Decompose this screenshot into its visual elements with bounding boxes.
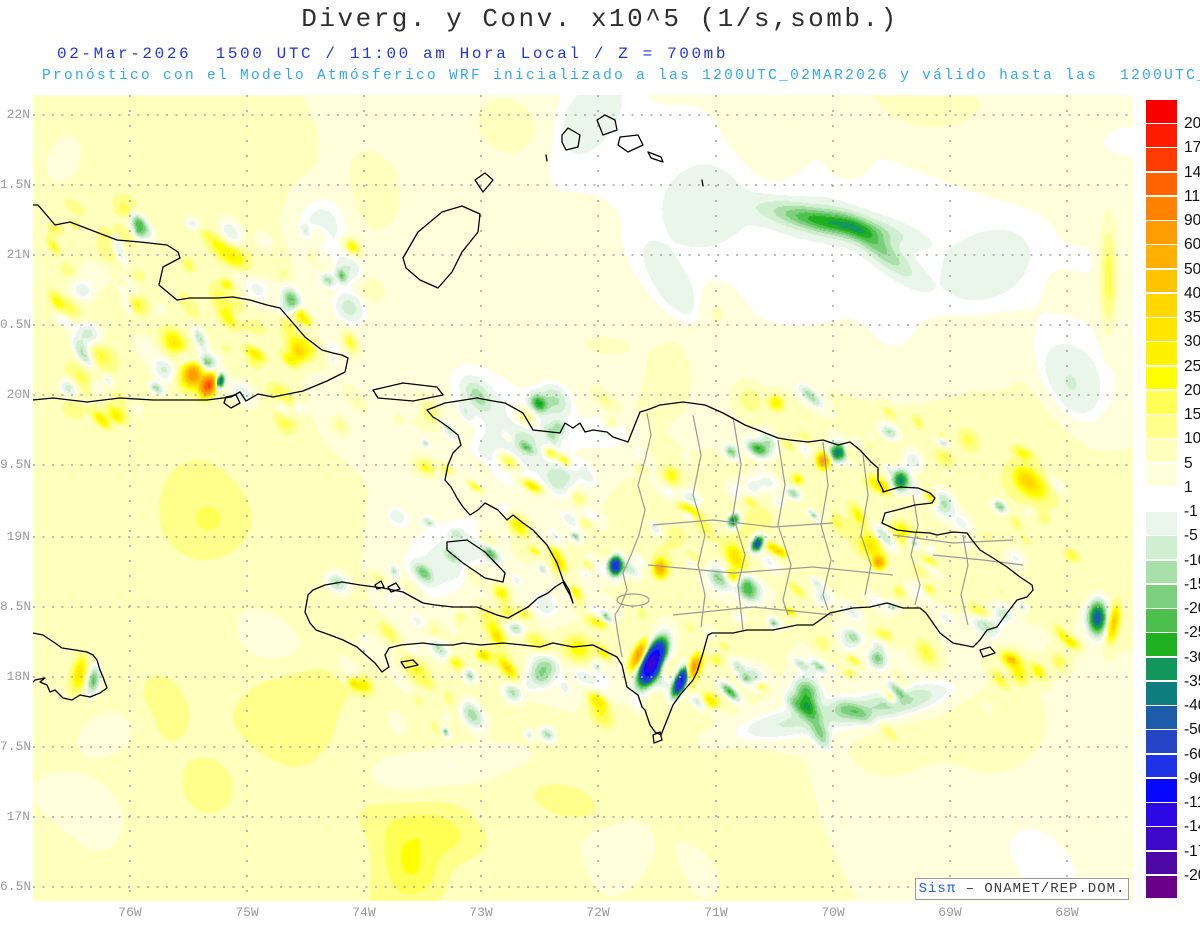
colorbar-segment bbox=[1146, 269, 1177, 293]
colorbar-label: -15 bbox=[1184, 575, 1200, 593]
colorbar-segment bbox=[1146, 463, 1177, 487]
colorbar-segment bbox=[1146, 730, 1177, 754]
colorbar-segment bbox=[1146, 778, 1177, 802]
colorbar-label: -25 bbox=[1184, 624, 1200, 642]
colorbar-label: 10 bbox=[1184, 430, 1200, 448]
colorbar-segment bbox=[1146, 318, 1177, 341]
colorbar-label: 170 bbox=[1184, 139, 1200, 157]
colorbar-label: 50 bbox=[1184, 260, 1200, 278]
colorbar-label: -140 bbox=[1184, 818, 1200, 836]
gridlines bbox=[33, 95, 1133, 901]
colorbar-segment bbox=[1146, 584, 1177, 608]
lon-tick-label: 68W bbox=[1055, 905, 1079, 920]
colorbar-label: -50 bbox=[1184, 721, 1200, 739]
lon-tick-label: 76W bbox=[118, 905, 142, 920]
colorbar-segment bbox=[1146, 681, 1177, 705]
colorbar-segment bbox=[1146, 172, 1177, 196]
lon-tick-label: 75W bbox=[235, 905, 259, 920]
lat-tick-label: 18N bbox=[6, 669, 30, 684]
lon-tick-label: 69W bbox=[938, 905, 962, 920]
colorbar-segment bbox=[1146, 633, 1177, 657]
colorbar-label: 1 bbox=[1184, 478, 1193, 496]
colorbar-label: 110 bbox=[1184, 187, 1200, 205]
colorbar-label: -10 bbox=[1184, 551, 1200, 569]
colorbar-label: 140 bbox=[1184, 163, 1200, 181]
map-overlay bbox=[33, 95, 1133, 901]
colorbar-label: -60 bbox=[1184, 745, 1200, 763]
map-plot-area bbox=[33, 95, 1133, 901]
colorbar-segment bbox=[1146, 196, 1177, 220]
lat-tick-label: 19N bbox=[6, 529, 30, 544]
colorbar-segment bbox=[1146, 221, 1177, 244]
colorbar-segment bbox=[1146, 439, 1177, 463]
colorbar-segment bbox=[1146, 124, 1177, 147]
colorbar-segment bbox=[1146, 875, 1177, 899]
lat-tick-label: 9.5N bbox=[0, 457, 32, 472]
colorbar-segment bbox=[1146, 487, 1177, 511]
colorbar-segment bbox=[1146, 827, 1177, 850]
colorbar-label: 200 bbox=[1184, 115, 1200, 133]
colorbar-label: -35 bbox=[1184, 672, 1200, 690]
colorbar-segment bbox=[1146, 293, 1177, 317]
colorbar-label: 40 bbox=[1184, 284, 1200, 302]
colorbar-segment bbox=[1146, 560, 1177, 584]
lat-tick-label: 7.5N bbox=[0, 739, 32, 754]
lon-tick-label: 73W bbox=[469, 905, 493, 920]
colorbar-segment bbox=[1146, 536, 1177, 560]
colorbar-label: -30 bbox=[1184, 648, 1200, 666]
colorbar-label: -110 bbox=[1184, 794, 1200, 812]
colorbar-label: -40 bbox=[1184, 697, 1200, 715]
colorbar-segment bbox=[1146, 754, 1177, 778]
colorbar-segment bbox=[1146, 512, 1177, 535]
colorbar-segment bbox=[1146, 148, 1177, 172]
colorbar-label: 90 bbox=[1184, 212, 1200, 230]
colorbar-segment bbox=[1146, 100, 1177, 123]
colorbar-label: -1 bbox=[1184, 503, 1198, 521]
colorbar-label: -200 bbox=[1184, 866, 1200, 884]
colorbar-segment bbox=[1146, 657, 1177, 681]
lat-tick-label: 22N bbox=[6, 107, 30, 122]
lon-tick-label: 72W bbox=[586, 905, 610, 920]
lat-tick-label: 8.5N bbox=[0, 599, 32, 614]
colorbar-label: 20 bbox=[1184, 381, 1200, 399]
colorbar-label: -90 bbox=[1184, 769, 1200, 787]
colorbar-label: 5 bbox=[1184, 454, 1193, 472]
colorbar-segment bbox=[1146, 803, 1177, 826]
colorbar-label: 15 bbox=[1184, 406, 1200, 424]
colorbar-label: 25 bbox=[1184, 357, 1200, 375]
lon-tick-label: 71W bbox=[704, 905, 728, 920]
lon-tick-label: 74W bbox=[352, 905, 376, 920]
subtitle-model-info: Pronóstico con el Modelo Atmósferico WRF… bbox=[42, 68, 1200, 84]
colorbar-label: 60 bbox=[1184, 236, 1200, 254]
lat-tick-label: 6.5N bbox=[0, 879, 32, 894]
colorbar-segment bbox=[1146, 851, 1177, 875]
lat-tick-label: 0.5N bbox=[0, 317, 32, 332]
colorbar-label: -170 bbox=[1184, 842, 1200, 860]
colorbar-segment bbox=[1146, 706, 1177, 729]
colorbar-legend: 200 170 140 110 90 60 50 40 35 30 25 20 15 10 5 1 -1 -5 -1… bbox=[1146, 100, 1200, 900]
lat-tick-label: 17N bbox=[6, 809, 30, 824]
sispi-logo: Sisπ bbox=[918, 881, 957, 897]
page-title: Diverg. y Conv. x10^5 (1/s,somb.) bbox=[301, 4, 899, 34]
credit-text: – ONAMET/REP.DOM. bbox=[956, 881, 1126, 897]
colorbar-label: -5 bbox=[1184, 527, 1198, 545]
colorbar-segment bbox=[1146, 390, 1177, 414]
credit-box: Sisπ – ONAMET/REP.DOM. bbox=[915, 878, 1129, 900]
colorbar-segment bbox=[1146, 245, 1177, 269]
weather-chart-page: Diverg. y Conv. x10^5 (1/s,somb.) 02-Mar… bbox=[0, 0, 1200, 927]
lat-tick-label: 1.5N bbox=[0, 177, 32, 192]
colorbar-label: 35 bbox=[1184, 309, 1200, 327]
lat-tick-label: 21N bbox=[6, 247, 30, 262]
colorbar-label: -20 bbox=[1184, 600, 1200, 618]
colorbar-label: 30 bbox=[1184, 333, 1200, 351]
colorbar-segment bbox=[1146, 366, 1177, 390]
colorbar-segment bbox=[1146, 342, 1177, 366]
lon-tick-label: 70W bbox=[821, 905, 845, 920]
subtitle-valid-time: 02-Mar-2026 1500 UTC / 11:00 am Hora Loc… bbox=[57, 45, 729, 63]
colorbar-segment bbox=[1146, 415, 1177, 438]
coastlines bbox=[33, 114, 1034, 744]
lat-tick-label: 20N bbox=[6, 387, 30, 402]
colorbar-segment bbox=[1146, 609, 1177, 632]
